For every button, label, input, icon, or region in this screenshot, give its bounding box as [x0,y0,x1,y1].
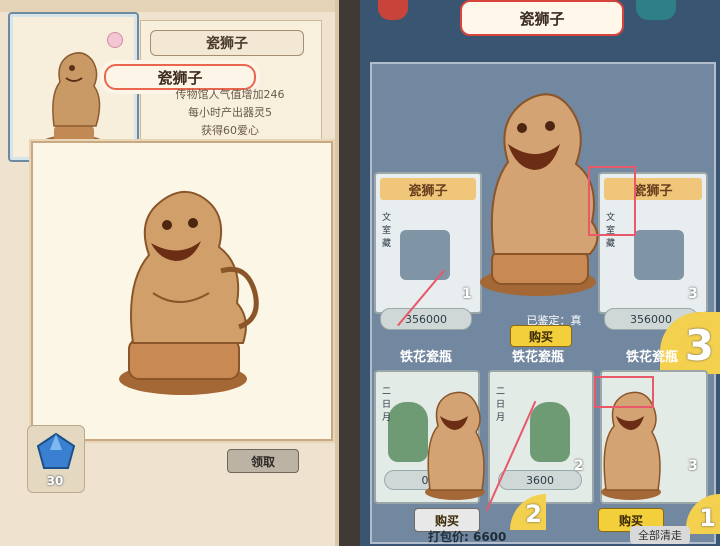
lion-statue-featured [480,93,599,296]
row-label-2: 铁花瓷瓶 [512,350,565,365]
featured-item[interactable] [472,72,604,302]
slot-tag: 二日月 [382,387,392,423]
buy-button-featured[interactable]: 购买 [510,325,572,347]
blue-crystal-icon [36,432,76,469]
slot-tag: 二日月 [496,387,506,423]
price-pill-1: 356000 [380,308,472,330]
item-zoom-view [31,141,333,441]
panel-top-border [0,0,335,12]
row-label-3: 铁花瓷瓶 [626,350,679,364]
slot-tag: 文室藏 [382,213,392,249]
appraised-label: 已鉴定：真 [526,314,582,327]
row-label-1: 铁花瓷瓶 [400,350,453,365]
slot-number: 3 [688,286,698,302]
lantern-decoration-right [636,0,676,20]
lantern-decoration-left [378,0,408,20]
info-line-spirit: 每小时产出器灵5 [188,106,272,119]
item-title-plate: 瓷狮子 [150,30,304,56]
clear-all-button[interactable]: 全部清走 [630,526,690,544]
shop-panel: 瓷狮子 瓷狮子 文室藏 1 瓷狮子 文室藏 3 356000 356000 已鉴… [360,0,720,546]
slot-number: 3 [688,458,698,474]
shop-header-title: 瓷狮子 [460,0,624,36]
info-line-popularity: 传物馆人气值增加246 [175,88,285,101]
highlight-box [588,166,636,236]
lion-statue-small-1 [425,391,485,500]
puzzle-piece-icon [634,230,684,280]
info-line-hearts: 获得60爱心 [201,124,259,137]
flower-badge-icon [107,32,123,48]
slot-title: 瓷狮子 [380,178,476,200]
top-slot-1[interactable]: 瓷狮子 文室藏 1 [374,172,482,314]
bundle-price: 打包价: 6600 [428,530,507,544]
lion-statue-large [119,191,259,395]
slot-number: 1 [462,286,472,302]
vase-icon [530,402,570,462]
item-detail-panel: 瓷狮子 瓷狮子 传物馆人气值增加246 每小时产出器灵5 获得60爱心 30 领… [0,0,360,546]
price-pill-b2: 3600 [498,470,582,490]
highlight-box [594,376,654,408]
claim-button[interactable]: 领取 [227,449,299,473]
crystal-count: 30 [46,474,64,488]
